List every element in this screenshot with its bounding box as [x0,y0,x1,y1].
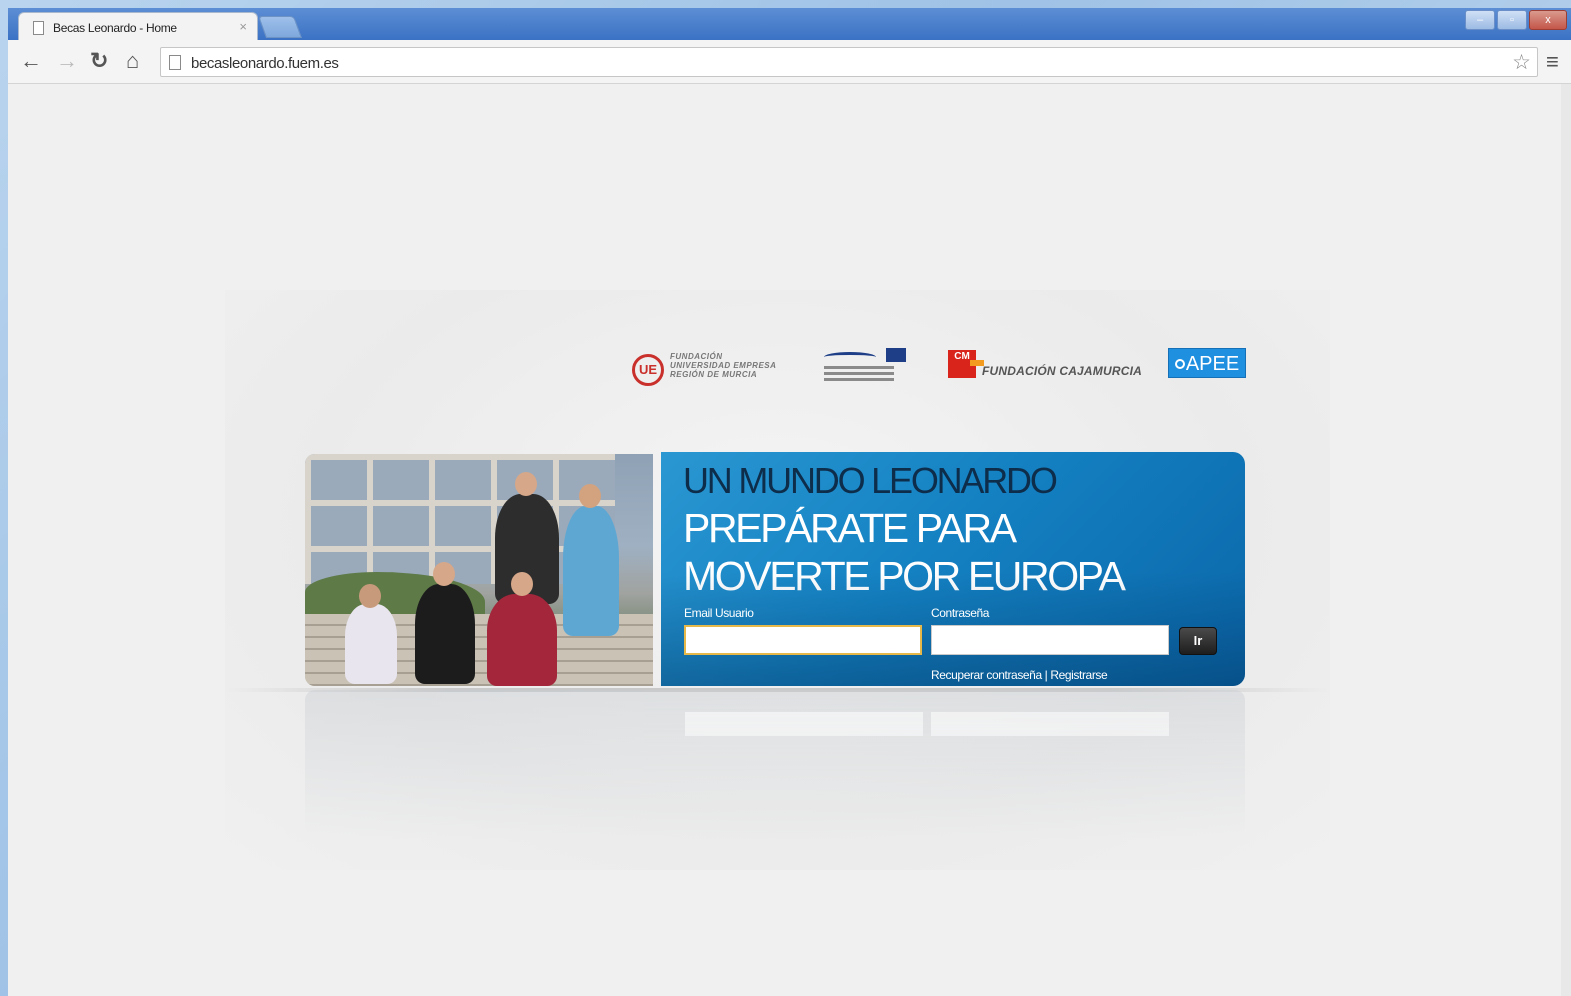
title-bar: Becas Leonardo - Home × – ▫ x [8,8,1571,42]
scrollbar[interactable] [1561,84,1571,996]
cajamurcia-text: FUNDACIÓN CAJAMURCIA [982,364,1142,378]
students-photo [305,454,653,686]
lifelong-learning-programme-logo [820,344,910,392]
fundacion-universidad-empresa-logo: UE FUNDACIÓN UNIVERSIDAD EMPRESA REGIÓN … [630,350,800,390]
account-links: Recuperar contraseña | Registrarse [931,668,1108,682]
login-panel: UN MUNDO LEONARDO PREPÁRATE PARA MOVERTE… [661,452,1245,686]
headline-main: PREPÁRATE PARA MOVERTE POR EUROPA [683,505,1126,599]
bookmark-star-icon[interactable]: ☆ [1512,50,1531,75]
back-arrow-icon[interactable]: ← [20,49,42,73]
headline-top: UN MUNDO LEONARDO [683,460,1058,501]
maximize-button[interactable]: ▫ [1497,10,1527,30]
browser-toolbar: ← → ↻ ⌂ becasleonardo.fuem.es ☆ ≡ [8,40,1571,84]
eu-flag-icon [886,348,906,362]
password-input[interactable] [931,625,1169,655]
submit-button[interactable]: Ir [1179,627,1217,655]
menu-icon[interactable]: ≡ [1546,49,1559,75]
forward-arrow-icon[interactable]: → [56,49,78,73]
login-banner: UN MUNDO LEONARDO PREPÁRATE PARA MOVERTE… [305,452,1245,688]
email-label: Email Usuario [684,606,754,620]
register-link[interactable]: Registrarse [1050,668,1107,682]
swoosh-icon [824,352,876,362]
home-icon[interactable]: ⌂ [126,49,139,73]
url-text[interactable]: becasleonardo.fuem.es [191,55,339,72]
fundacion-cajamurcia-logo: CM FUNDACIÓN CAJAMURCIA [948,350,1158,390]
close-tab-icon[interactable]: × [239,19,247,34]
recover-password-link[interactable]: Recuperar contraseña [931,668,1042,682]
minimize-button[interactable]: – [1465,10,1495,30]
reload-icon[interactable]: ↻ [90,49,108,73]
circle-icon [1174,359,1185,369]
page-icon [169,55,181,70]
banner-reflection [305,690,1245,840]
new-tab-button[interactable] [257,16,303,38]
browser-tab[interactable]: Becas Leonardo - Home × [18,12,258,42]
close-window-button[interactable]: x [1529,10,1567,30]
fue-emblem-icon: UE [632,354,664,386]
email-input[interactable] [684,625,922,655]
sponsor-logos: UE FUNDACIÓN UNIVERSIDAD EMPRESA REGIÓN … [630,348,1250,400]
apee-logo: APEE [1168,348,1246,378]
address-bar[interactable]: becasleonardo.fuem.es ☆ [160,47,1538,77]
tab-title: Becas Leonardo - Home [53,21,177,35]
page-icon [33,21,44,35]
password-label: Contraseña [931,606,990,620]
